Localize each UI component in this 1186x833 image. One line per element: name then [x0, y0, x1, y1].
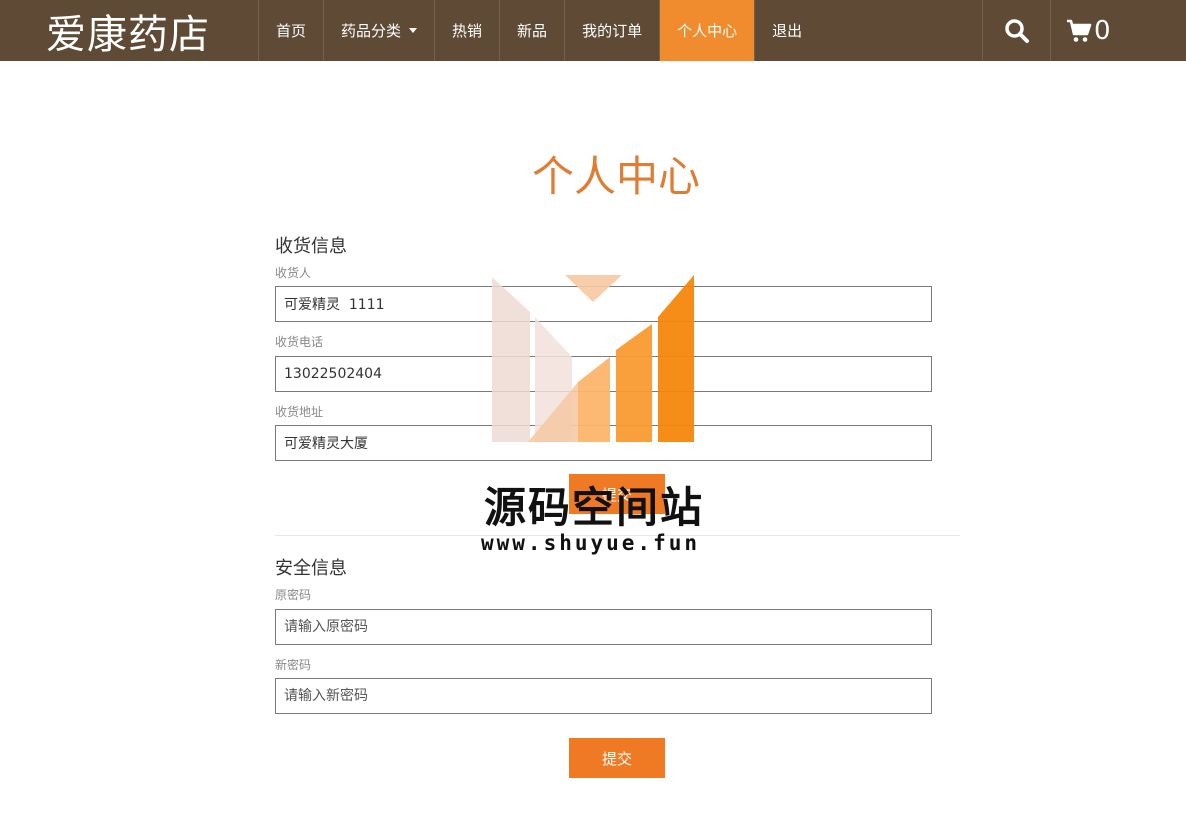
receiver-input[interactable] — [275, 286, 932, 322]
nav-logout-label: 退出 — [772, 22, 803, 40]
cart-button[interactable]: 0 — [1050, 0, 1186, 61]
watermark-title: 源码空间站 — [484, 483, 705, 532]
receiver-label: 收货人 — [275, 266, 312, 280]
nav-home-label: 首页 — [276, 22, 307, 40]
nav-new[interactable]: 新品 — [500, 0, 566, 61]
search-icon — [1004, 18, 1029, 43]
security-submit-button[interactable]: 提交 — [569, 738, 665, 778]
cart-count: 0 — [1094, 15, 1111, 46]
nav-right-tools: 0 — [982, 0, 1186, 61]
shipping-section-title: 收货信息 — [275, 236, 347, 257]
cart-icon — [1067, 19, 1092, 42]
watermark-url: www.shuyue.fun — [481, 531, 701, 555]
phone-input[interactable] — [275, 356, 932, 392]
new-password-label: 新密码 — [275, 658, 312, 672]
nav-hot-label: 热销 — [452, 22, 483, 40]
nav-hot[interactable]: 热销 — [435, 0, 501, 61]
nav-categories-label: 药品分类 — [341, 22, 402, 40]
nav-my-orders[interactable]: 我的订单 — [565, 0, 661, 61]
new-password-input[interactable] — [275, 678, 932, 714]
security-section-title: 安全信息 — [275, 558, 347, 579]
search-button[interactable] — [982, 0, 1050, 61]
old-password-label: 原密码 — [275, 588, 312, 602]
nav-logout[interactable]: 退出 — [755, 0, 819, 61]
nav-personal-center[interactable]: 个人中心 — [660, 0, 756, 61]
address-label: 收货地址 — [275, 405, 324, 419]
old-password-input[interactable] — [275, 609, 932, 645]
caret-down-icon — [409, 28, 418, 33]
nav-my-orders-label: 我的订单 — [582, 22, 643, 40]
nav-personal-center-label: 个人中心 — [677, 22, 738, 40]
main-nav: 首页 药品分类 热销 新品 我的订单 个人中心 退出 — [258, 0, 819, 61]
nav-categories[interactable]: 药品分类 — [324, 0, 436, 61]
address-input[interactable] — [275, 425, 932, 461]
page-title: 个人中心 — [531, 152, 700, 201]
phone-label: 收货电话 — [275, 335, 324, 349]
nav-new-label: 新品 — [517, 22, 548, 40]
top-navbar: 爱康药店 首页 药品分类 热销 新品 我的订单 个人中心 退出 0 — [0, 0, 1186, 61]
nav-home[interactable]: 首页 — [259, 0, 325, 61]
brand-logo[interactable]: 爱康药店 — [0, 0, 258, 61]
